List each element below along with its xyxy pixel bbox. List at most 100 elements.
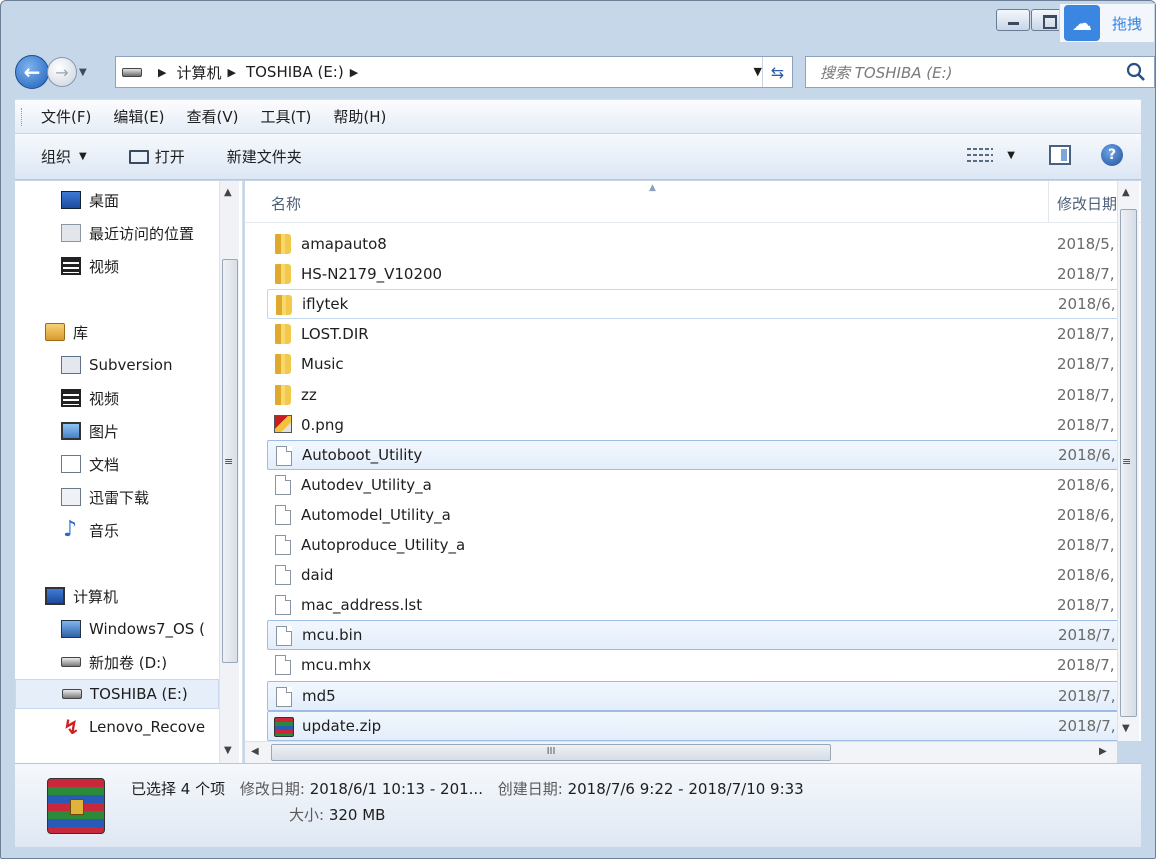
file-list[interactable]: ▲ 名称 修改日期 amapauto8 2018/5, HS-N2179_V1020… (245, 181, 1141, 741)
baidu-drag-tool[interactable]: ☁ 拖拽 (1059, 3, 1155, 43)
column-divider[interactable] (1048, 181, 1049, 223)
search-icon[interactable] (1126, 62, 1146, 82)
new-folder-button[interactable]: 新建文件夹 (227, 146, 302, 167)
file-row[interactable]: mac_address.lst 2018/7, (267, 590, 1119, 620)
address-dropdown-icon[interactable]: ▼ (754, 65, 762, 78)
chevron-right-icon[interactable]: ▶ (350, 66, 358, 79)
baidu-cloud-icon: ☁ (1064, 5, 1100, 41)
nav-item-video-lib[interactable]: 视频 (61, 383, 119, 413)
file-date: 2018/5, (1057, 235, 1115, 253)
file-row[interactable]: amapauto8 2018/5, (267, 229, 1119, 259)
horizontal-scrollbar[interactable]: ◀ III ▶ (245, 741, 1117, 763)
nav-item-video[interactable]: 视频 (61, 251, 119, 281)
file-row[interactable]: Autoboot_Utility 2018/6, (267, 439, 1119, 470)
selection-count: 已选择 4 个项 (131, 780, 226, 798)
file-row[interactable]: mcu.mhx 2018/7, (267, 650, 1119, 680)
nav-label: 桌面 (89, 191, 120, 210)
file-row[interactable]: Automodel_Utility_a 2018/6, (267, 500, 1119, 530)
scroll-down-icon[interactable]: ▼ (224, 745, 232, 756)
file-row[interactable]: zz 2018/7, (267, 380, 1119, 410)
column-date-modified[interactable]: 修改日期 (1057, 193, 1117, 214)
menu-file[interactable]: 文件(F) (41, 106, 91, 127)
file-row[interactable]: Music 2018/7, (267, 349, 1119, 379)
menu-edit[interactable]: 编辑(E) (113, 106, 164, 127)
file-row[interactable]: LOST.DIR 2018/7, (267, 319, 1119, 349)
file-row[interactable]: 0.png 2018/7, (267, 410, 1119, 440)
file-icon (275, 655, 291, 676)
menu-view[interactable]: 查看(V) (187, 106, 239, 127)
file-row[interactable]: daid 2018/6, (267, 560, 1119, 590)
zip-archive-icon (274, 716, 294, 737)
file-date: 2018/6, (1058, 445, 1116, 464)
recent-pages-dropdown[interactable]: ▼ (79, 67, 93, 78)
chevron-right-icon[interactable]: ▶ (158, 66, 166, 79)
refresh-button[interactable]: ⇆ (762, 57, 792, 87)
file-row[interactable]: Autoproduce_Utility_a 2018/7, (267, 530, 1119, 560)
nav-item-recent[interactable]: 最近访问的位置 (61, 218, 194, 248)
view-options-icon[interactable] (967, 146, 994, 164)
back-button[interactable]: ← (15, 55, 49, 89)
file-date: 2018/7, (1057, 265, 1115, 284)
file-name: md5 (302, 686, 336, 705)
search-input[interactable]: 搜索 TOSHIBA (E:) (805, 56, 1155, 88)
nav-item-pictures[interactable]: 图片 (61, 416, 119, 446)
menu-bar: 文件(F) 编辑(E) 查看(V) 工具(T) 帮助(H) (15, 99, 1141, 133)
scroll-down-icon[interactable]: ▼ (1122, 723, 1130, 734)
file-list-scrollbar[interactable]: ▲ ≡ ▼ (1117, 181, 1139, 741)
file-date: 2018/6, (1057, 505, 1115, 524)
file-name: Autodev_Utility_a (301, 475, 432, 494)
menu-help[interactable]: 帮助(H) (333, 106, 386, 127)
nav-item-lenovo-recovery[interactable]: Lenovo_Recove (61, 712, 205, 742)
nav-item-downloads[interactable]: 迅雷下载 (61, 482, 149, 512)
nav-label: TOSHIBA (E:) (90, 685, 188, 703)
forward-button[interactable]: → (47, 57, 77, 87)
view-dropdown-icon[interactable]: ▼ (1007, 150, 1015, 161)
folder-icon (275, 384, 291, 405)
organize-button[interactable]: 组织 ▼ (41, 146, 87, 167)
nav-item-libraries[interactable]: 库 (45, 317, 88, 347)
file-date: 2018/7, (1057, 355, 1115, 374)
file-name: Music (301, 355, 344, 374)
scroll-up-icon[interactable]: ▲ (224, 187, 232, 198)
menu-tools[interactable]: 工具(T) (261, 106, 312, 127)
folder-icon (275, 234, 291, 254)
chevron-right-icon[interactable]: ▶ (227, 66, 235, 79)
nav-scrollbar[interactable]: ▲ ≡ ▼ (219, 181, 239, 763)
address-bar[interactable]: ▶ 计算机 ▶ TOSHIBA (E:) ▶ ▼ ⇆ (115, 56, 793, 88)
file-row[interactable]: Autodev_Utility_a 2018/6, (267, 470, 1119, 500)
breadcrumb-computer[interactable]: 计算机 (176, 62, 221, 83)
horizontal-scroll-thumb[interactable]: III (271, 744, 831, 761)
help-icon[interactable]: ? (1101, 144, 1123, 166)
navigation-pane[interactable]: 桌面 最近访问的位置 视频 库 Subversion 视频 图片 文档 迅雷下载… (15, 181, 243, 763)
file-row[interactable]: mcu.bin 2018/7, (267, 620, 1119, 651)
nav-item-computer[interactable]: 计算机 (45, 581, 118, 611)
nav-item-drive-d[interactable]: 新加卷 (D:) (61, 647, 167, 677)
size-label: 大小: (289, 806, 325, 824)
minimize-button[interactable] (996, 9, 1030, 31)
preview-pane-icon[interactable] (1049, 145, 1071, 165)
file-row[interactable]: md5 2018/7, (267, 680, 1119, 711)
open-button[interactable]: 打开 (128, 146, 185, 167)
nav-item-toshiba[interactable]: TOSHIBA (E:) (15, 679, 219, 709)
file-name: amapauto8 (301, 235, 387, 253)
file-date: 2018/6, (1057, 566, 1115, 585)
file-date: 2018/7, (1057, 415, 1115, 434)
file-row[interactable]: iflytek 2018/6, (267, 289, 1119, 320)
scroll-left-icon[interactable]: ◀ (251, 746, 259, 757)
video-icon (61, 257, 81, 275)
breadcrumb-toshiba[interactable]: TOSHIBA (E:) (246, 63, 344, 81)
file-name: Automodel_Utility_a (301, 505, 451, 524)
scroll-up-icon[interactable]: ▲ (1122, 187, 1130, 198)
file-date: 2018/7, (1058, 686, 1116, 705)
file-row[interactable]: update.zip 2018/7, (267, 710, 1119, 741)
nav-item-windows7-os[interactable]: Windows7_OS ( (61, 614, 205, 644)
nav-item-music[interactable]: 音乐 (61, 515, 119, 545)
nav-item-desktop[interactable]: 桌面 (61, 185, 119, 215)
scroll-right-icon[interactable]: ▶ (1099, 746, 1107, 757)
nav-item-subversion[interactable]: Subversion (61, 350, 173, 380)
column-name[interactable]: 名称 (271, 193, 301, 214)
file-row[interactable]: HS-N2179_V10200 2018/7, (267, 259, 1119, 289)
file-name: mcu.mhx (301, 656, 372, 675)
nav-item-documents[interactable]: 文档 (61, 449, 119, 479)
file-icon (275, 535, 291, 555)
